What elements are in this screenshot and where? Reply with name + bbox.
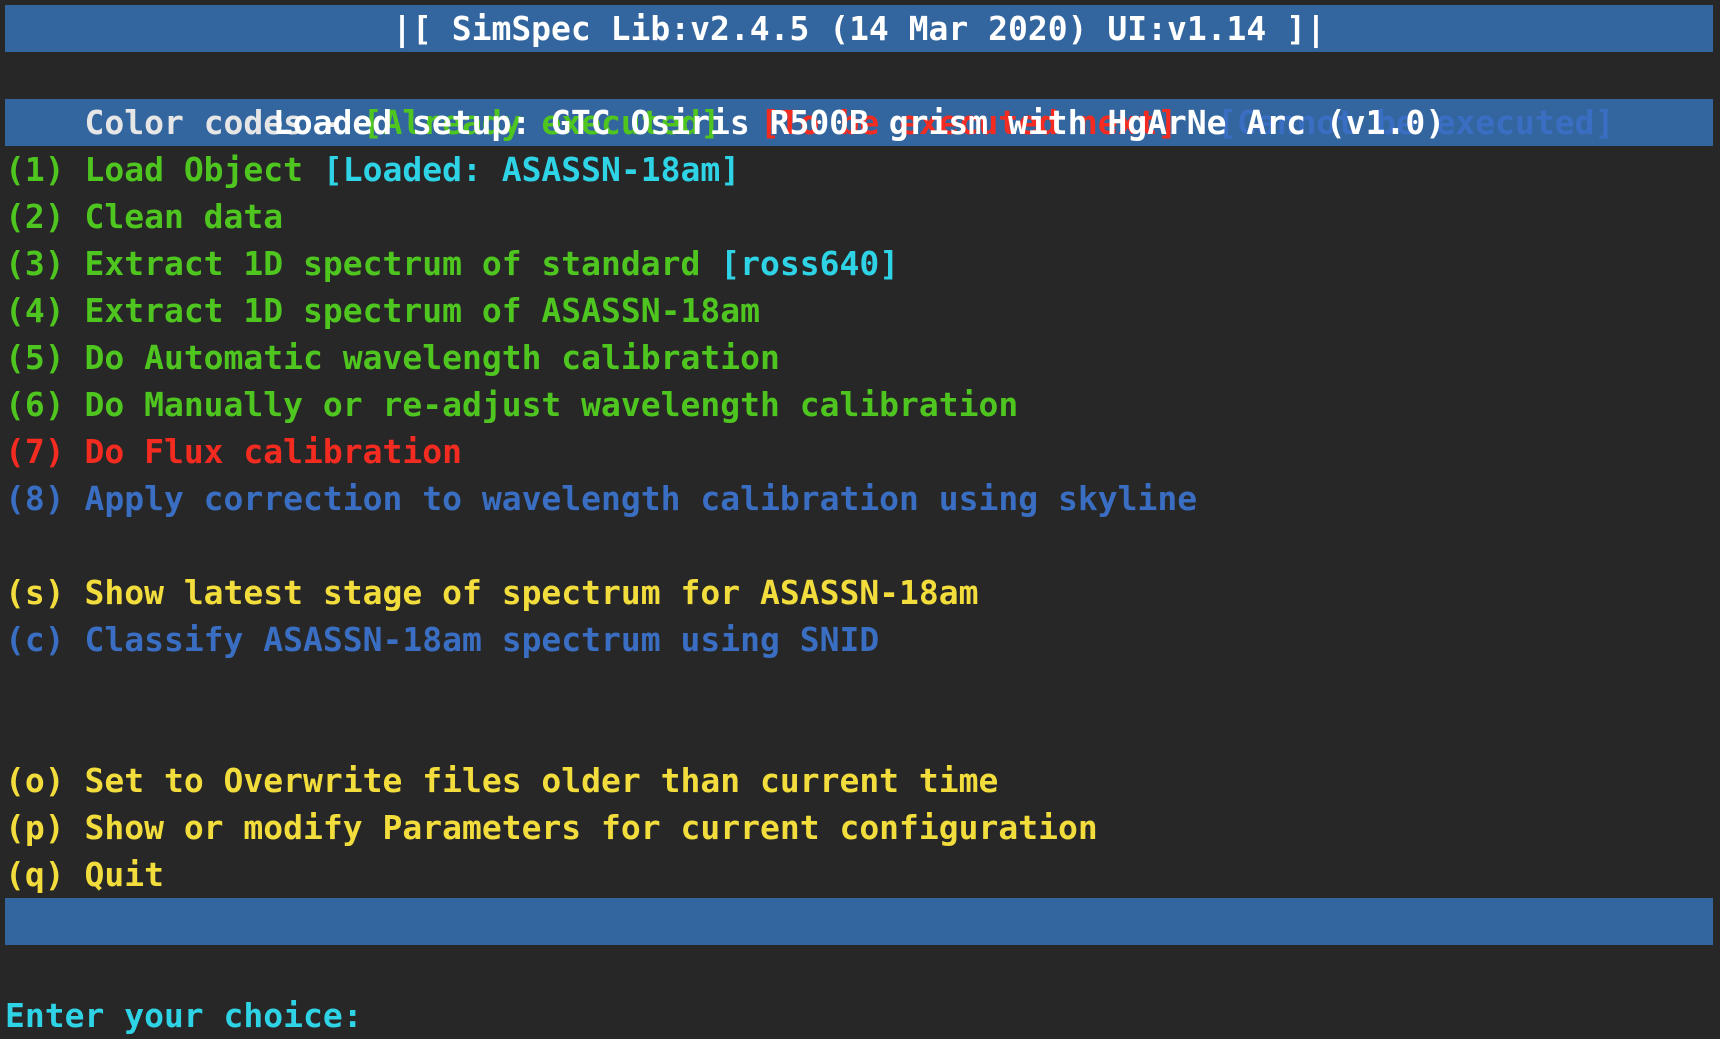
menu-item-1[interactable]: (1) Load Object [Loaded: ASASSN-18am] bbox=[0, 146, 1720, 193]
menu-item-c-label: Classify ASASSN-18am spectrum using SNID bbox=[64, 620, 880, 659]
menu-item-q[interactable]: (q) Quit bbox=[0, 851, 1720, 898]
menu-item-7-key: (7) bbox=[5, 432, 65, 471]
menu-item-5-label: Do Automatic wavelength calibration bbox=[64, 338, 780, 377]
menu-item-p-label: Show or modify Parameters for current co… bbox=[64, 808, 1098, 847]
menu-item-4-label: Extract 1D spectrum of ASASSN-18am bbox=[64, 291, 760, 330]
menu-item-2-label: Clean data bbox=[64, 197, 284, 236]
menu-item-6[interactable]: (6) Do Manually or re-adjust wavelength … bbox=[0, 381, 1720, 428]
menu-item-4[interactable]: (4) Extract 1D spectrum of ASASSN-18am bbox=[0, 287, 1720, 334]
menu-item-1-value: [Loaded: ASASSN-18am] bbox=[322, 150, 741, 189]
menu-item-5-key: (5) bbox=[5, 338, 65, 377]
menu-item-7-label: Do Flux calibration bbox=[64, 432, 462, 471]
menu-item-4-key: (4) bbox=[5, 291, 65, 330]
menu-item-3-key: (3) bbox=[5, 244, 65, 283]
menu-item-3-value: [ross640] bbox=[720, 244, 900, 283]
bottom-separator-bar bbox=[5, 898, 1713, 945]
menu-item-7[interactable]: (7) Do Flux calibration bbox=[0, 428, 1720, 475]
menu-item-o-label: Set to Overwrite files older than curren… bbox=[64, 761, 999, 800]
menu-item-1-key: (1) bbox=[5, 150, 65, 189]
menu-item-8-label: Apply correction to wavelength calibrati… bbox=[64, 479, 1198, 518]
menu-item-s-label: Show latest stage of spectrum for ASASSN… bbox=[64, 573, 979, 612]
menu-item-3-label: Extract 1D spectrum of standard bbox=[64, 244, 721, 283]
color-code-legend: Color codes - [Already executed] [To be … bbox=[0, 52, 1720, 142]
choice-prompt-row[interactable]: Enter your choice: bbox=[0, 992, 1720, 1039]
menu-item-6-key: (6) bbox=[5, 385, 65, 424]
menu-item-8: (8) Apply correction to wavelength calib… bbox=[0, 475, 1720, 522]
menu-item-3[interactable]: (3) Extract 1D spectrum of standard [ros… bbox=[0, 240, 1720, 287]
menu-item-6-label: Do Manually or re-adjust wavelength cali… bbox=[64, 385, 1019, 424]
numbered-menu-list: (1) Load Object [Loaded: ASASSN-18am] (2… bbox=[0, 146, 1720, 522]
menu-item-o[interactable]: (o) Set to Overwrite files older than cu… bbox=[0, 757, 1720, 804]
menu-item-c-key: (c) bbox=[5, 620, 65, 659]
menu-item-p-key: (p) bbox=[5, 808, 65, 847]
lettered-menu-group-2: (o) Set to Overwrite files older than cu… bbox=[0, 757, 1720, 898]
menu-item-1-label: Load Object bbox=[64, 150, 323, 189]
menu-item-s[interactable]: (s) Show latest stage of spectrum for AS… bbox=[0, 569, 1720, 616]
menu-item-q-label: Quit bbox=[64, 855, 164, 894]
menu-item-5[interactable]: (5) Do Automatic wavelength calibration bbox=[0, 334, 1720, 381]
menu-item-s-key: (s) bbox=[5, 573, 65, 612]
app-title-bar: |[ SimSpec Lib:v2.4.5 (14 Mar 2020) UI:v… bbox=[5, 5, 1713, 52]
menu-item-o-key: (o) bbox=[5, 761, 65, 800]
menu-item-8-key: (8) bbox=[5, 479, 65, 518]
menu-item-p[interactable]: (p) Show or modify Parameters for curren… bbox=[0, 804, 1720, 851]
menu-item-2-key: (2) bbox=[5, 197, 65, 236]
menu-item-q-key: (q) bbox=[5, 855, 65, 894]
lettered-menu-group-1: (s) Show latest stage of spectrum for AS… bbox=[0, 569, 1720, 663]
menu-item-c: (c) Classify ASASSN-18am spectrum using … bbox=[0, 616, 1720, 663]
terminal-window: |[ SimSpec Lib:v2.4.5 (14 Mar 2020) UI:v… bbox=[0, 5, 1720, 1035]
menu-item-2[interactable]: (2) Clean data bbox=[0, 193, 1720, 240]
